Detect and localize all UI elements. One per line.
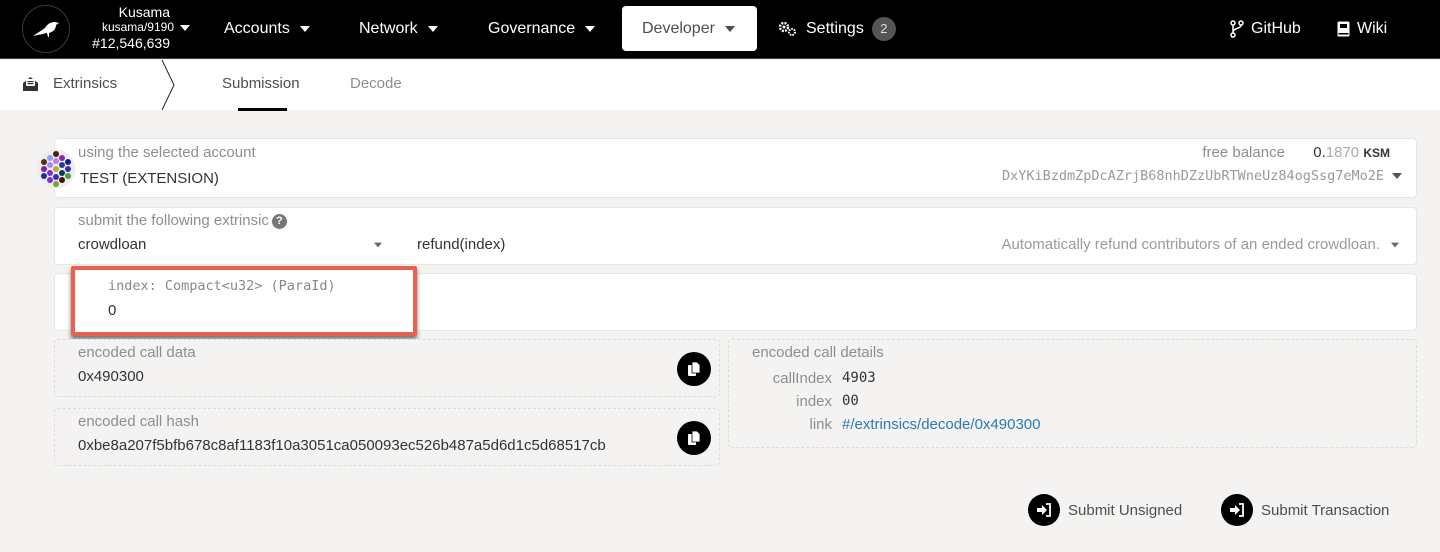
copy-icon — [688, 430, 701, 445]
copy-icon — [688, 361, 701, 376]
settings-badge: 2 — [871, 16, 896, 41]
decode-link[interactable]: #/extrinsics/decode/0x490300 — [842, 416, 1040, 433]
block-number: #12,546,639 — [92, 35, 170, 51]
detail-value: 00 — [842, 393, 859, 409]
encoded-call-data: encoded call data 0x490300 — [54, 339, 720, 397]
nav-developer[interactable]: Developer — [622, 6, 757, 51]
balance-decimal: 1870 — [1325, 144, 1360, 161]
detail-key: callIndex — [772, 370, 832, 387]
submit-unsigned-label: Submit Unsigned — [1068, 501, 1183, 519]
nav-governance[interactable]: Governance — [488, 6, 596, 51]
sign-in-icon — [1221, 494, 1253, 526]
gears-icon — [778, 21, 796, 36]
sub-navbar: Extrinsics Submission Decode — [0, 60, 1440, 111]
encoded-call-details: encoded call details callIndex 4903 inde… — [728, 339, 1417, 448]
nav-network-label: Network — [359, 19, 418, 37]
encoded-call-details-label: encoded call details — [752, 344, 884, 361]
account-address: DxYKiBzdmZpDcAZrjB68nhDZzUbRTWneUz84ogSs… — [1001, 168, 1384, 184]
chain-selector[interactable]: Kusama kusama/9190 #12,546,639 — [80, 5, 190, 51]
extrinsic-selector: submit the following extrinsic? crowdloa… — [54, 207, 1417, 265]
github-label: GitHub — [1251, 19, 1301, 37]
breadcrumb-divider — [161, 60, 175, 110]
nav-accounts-label: Accounts — [224, 19, 290, 37]
account-name: TEST (EXTENSION) — [80, 170, 219, 187]
copy-call-hash-button[interactable] — [677, 421, 711, 455]
wiki-link[interactable]: Wiki — [1337, 6, 1387, 51]
method-description: Automatically refund contributors of an … — [1001, 236, 1380, 253]
caret-down-icon — [180, 25, 190, 31]
canary-bird-icon — [33, 22, 59, 37]
caret-down-icon — [724, 25, 735, 32]
account-selector[interactable]: using the selected account TEST (EXTENSI… — [54, 138, 1417, 198]
encoded-call-data-label: encoded call data — [78, 344, 196, 361]
submit-unsigned-button[interactable]: Submit Unsigned — [1028, 494, 1182, 526]
tab-decode[interactable]: Decode — [350, 75, 402, 92]
book-icon — [1337, 21, 1350, 36]
module-dropdown[interactable]: crowdloan — [78, 236, 383, 253]
highlight-annotation — [71, 266, 417, 336]
active-tab-indicator — [238, 108, 287, 111]
caret-down-icon — [299, 25, 310, 32]
top-navbar: Kusama kusama/9190 #12,546,639 Accounts … — [0, 0, 1440, 59]
chain-name: Kusama — [118, 4, 170, 20]
nav-accounts[interactable]: Accounts — [224, 6, 310, 51]
submit-transaction-button[interactable]: Submit Transaction — [1221, 494, 1389, 526]
detail-key: index — [796, 393, 832, 410]
wiki-label: Wiki — [1357, 19, 1388, 37]
account-label: using the selected account — [78, 144, 256, 161]
section-label: Extrinsics — [53, 75, 118, 92]
kusama-logo[interactable] — [22, 5, 70, 53]
method-value: refund(index) — [417, 236, 506, 253]
help-icon[interactable]: ? — [271, 213, 287, 229]
method-dropdown[interactable]: refund(index) Automatically refund contr… — [417, 236, 1400, 253]
detail-key: link — [809, 416, 832, 433]
encoded-call-hash: encoded call hash 0xbe8a207f5bfb678c8af1… — [54, 408, 720, 466]
free-balance: free balance 0.1870 KSM — [1202, 144, 1390, 161]
envelope-open-icon — [23, 76, 38, 91]
caret-down-icon — [427, 25, 438, 32]
caret-down-icon — [585, 25, 596, 32]
balance-unit: KSM — [1363, 146, 1390, 160]
caret-down-icon — [1391, 242, 1399, 247]
free-balance-label: free balance — [1202, 144, 1285, 161]
extrinsic-label-text: submit the following extrinsic — [78, 212, 269, 229]
detail-value: 4903 — [842, 370, 876, 386]
module-value: crowdloan — [78, 236, 147, 253]
balance-int: 0. — [1313, 144, 1326, 161]
sign-in-icon — [1028, 494, 1060, 526]
caret-down-icon — [1392, 173, 1402, 179]
encoded-call-hash-label: encoded call hash — [78, 413, 199, 430]
encoded-call-data-value: 0x490300 — [78, 368, 144, 385]
nav-settings[interactable]: Settings 2 — [778, 6, 896, 51]
encoded-call-hash-value: 0xbe8a207f5bfb678c8af1183f10a3051ca05009… — [78, 437, 606, 454]
git-branch-icon — [1230, 19, 1244, 38]
nav-developer-label: Developer — [642, 19, 715, 37]
caret-down-icon — [374, 242, 382, 247]
tab-submission[interactable]: Submission — [222, 75, 300, 92]
nav-settings-label: Settings — [806, 19, 864, 37]
account-identicon — [36, 149, 76, 189]
section-extrinsics: Extrinsics — [22, 75, 117, 92]
submit-transaction-label: Submit Transaction — [1261, 501, 1390, 519]
nav-network[interactable]: Network — [359, 6, 438, 51]
extrinsic-label: submit the following extrinsic? — [78, 212, 287, 229]
copy-call-data-button[interactable] — [677, 352, 711, 386]
nav-governance-label: Governance — [488, 19, 576, 37]
github-link[interactable]: GitHub — [1230, 6, 1301, 51]
node-name: kusama/9190 — [101, 20, 174, 34]
